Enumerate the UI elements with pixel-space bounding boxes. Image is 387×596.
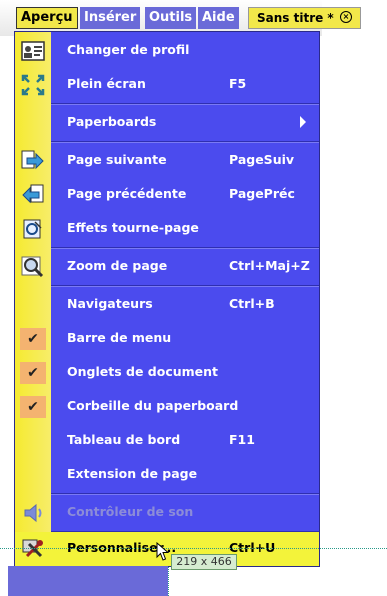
menu-item-zoom-de-page[interactable]: Zoom de page Ctrl+Maj+Z: [15, 250, 319, 284]
menu-item-extension-de-page[interactable]: Extension de page: [15, 458, 319, 492]
alignment-guide-horizontal: [0, 548, 387, 549]
menu-item-label: Extension de page: [67, 466, 198, 481]
menu-item-navigateurs[interactable]: Navigateurs Ctrl+B: [15, 288, 319, 322]
close-circle-icon[interactable]: ×: [340, 11, 352, 23]
menu-item-label: Barre de menu: [67, 330, 172, 345]
menu-item-corbeille-du-paperboard[interactable]: ✔ Corbeille du paperboard: [15, 390, 319, 424]
menu-item-label: Tableau de bord: [67, 432, 181, 447]
menu-item-label: Effets tourne-page: [67, 220, 199, 235]
menu-item-shortcut: PagePréc: [229, 186, 295, 201]
apercu-dropdown-menu: Changer de profil Plein écran F5 Paperbo…: [14, 31, 320, 567]
previous-page-icon: [21, 184, 45, 206]
menu-item-barre-de-menu[interactable]: ✔ Barre de menu: [15, 322, 319, 356]
menu-aide[interactable]: Aide: [198, 7, 239, 29]
checkmark-icon: ✔: [20, 362, 46, 384]
magnifier-icon: [21, 256, 45, 278]
size-tooltip: 219 x 466: [171, 554, 237, 570]
checkmark-icon: ✔: [20, 396, 46, 418]
menu-item-controleur-de-son: Contrôleur de son: [15, 496, 319, 530]
checkmark-icon: ✔: [20, 328, 46, 350]
menu-item-paperboards[interactable]: Paperboards: [15, 106, 319, 140]
menu-item-label: Contrôleur de son: [67, 504, 194, 519]
menu-item-tableau-de-bord[interactable]: Tableau de bord F11: [15, 424, 319, 458]
menu-separator: [51, 493, 319, 495]
menu-item-shortcut: PageSuiv: [229, 152, 295, 167]
menu-item-onglets-de-document[interactable]: ✔ Onglets de document: [15, 356, 319, 390]
mouse-cursor-icon: [156, 541, 170, 562]
background-panel: [8, 566, 168, 596]
page-turn-icon: [21, 218, 45, 240]
speaker-icon: [21, 502, 45, 524]
menu-item-label: Onglets de document: [67, 364, 219, 379]
menu-separator: [51, 247, 319, 249]
menu-item-effets-tourne-page[interactable]: Effets tourne-page: [15, 212, 319, 246]
document-tab-title: Sans titre *: [257, 11, 334, 25]
menu-item-label: Corbeille du paperboard: [67, 398, 239, 413]
menu-separator: [51, 285, 319, 287]
next-page-icon: [21, 150, 45, 172]
menu-item-label: Zoom de page: [67, 258, 168, 273]
menu-apercu[interactable]: Aperçu: [16, 7, 78, 29]
menu-item-shortcut: Ctrl+B: [229, 296, 275, 311]
menu-item-page-precedente[interactable]: Page précédente PagePréc: [15, 178, 319, 212]
profile-card-icon: [21, 40, 45, 62]
menu-item-label: Page précédente: [67, 186, 187, 201]
menu-item-shortcut: F11: [229, 432, 255, 447]
menu-item-shortcut: F5: [229, 76, 247, 91]
customize-tools-icon: [21, 538, 45, 560]
fullscreen-icon: [21, 74, 45, 96]
menu-inserer[interactable]: Insérer: [80, 7, 141, 29]
menu-separator: [51, 141, 319, 143]
menu-item-plein-ecran[interactable]: Plein écran F5: [15, 68, 319, 102]
menu-item-changer-de-profil[interactable]: Changer de profil: [15, 34, 319, 68]
menu-item-label: Page suivante: [67, 152, 167, 167]
menu-item-label: Paperboards: [67, 114, 157, 129]
menu-item-label: Plein écran: [67, 76, 146, 91]
submenu-arrow-icon: [300, 116, 306, 128]
menu-item-label: Navigateurs: [67, 296, 153, 311]
document-tab[interactable]: Sans titre * ×: [248, 7, 361, 29]
menu-item-shortcut: Ctrl+Maj+Z: [229, 258, 310, 273]
menu-separator: [51, 103, 319, 105]
menu-item-label: Changer de profil: [67, 42, 190, 57]
menu-item-page-suivante[interactable]: Page suivante PageSuiv: [15, 144, 319, 178]
menu-outils[interactable]: Outils: [145, 7, 197, 29]
